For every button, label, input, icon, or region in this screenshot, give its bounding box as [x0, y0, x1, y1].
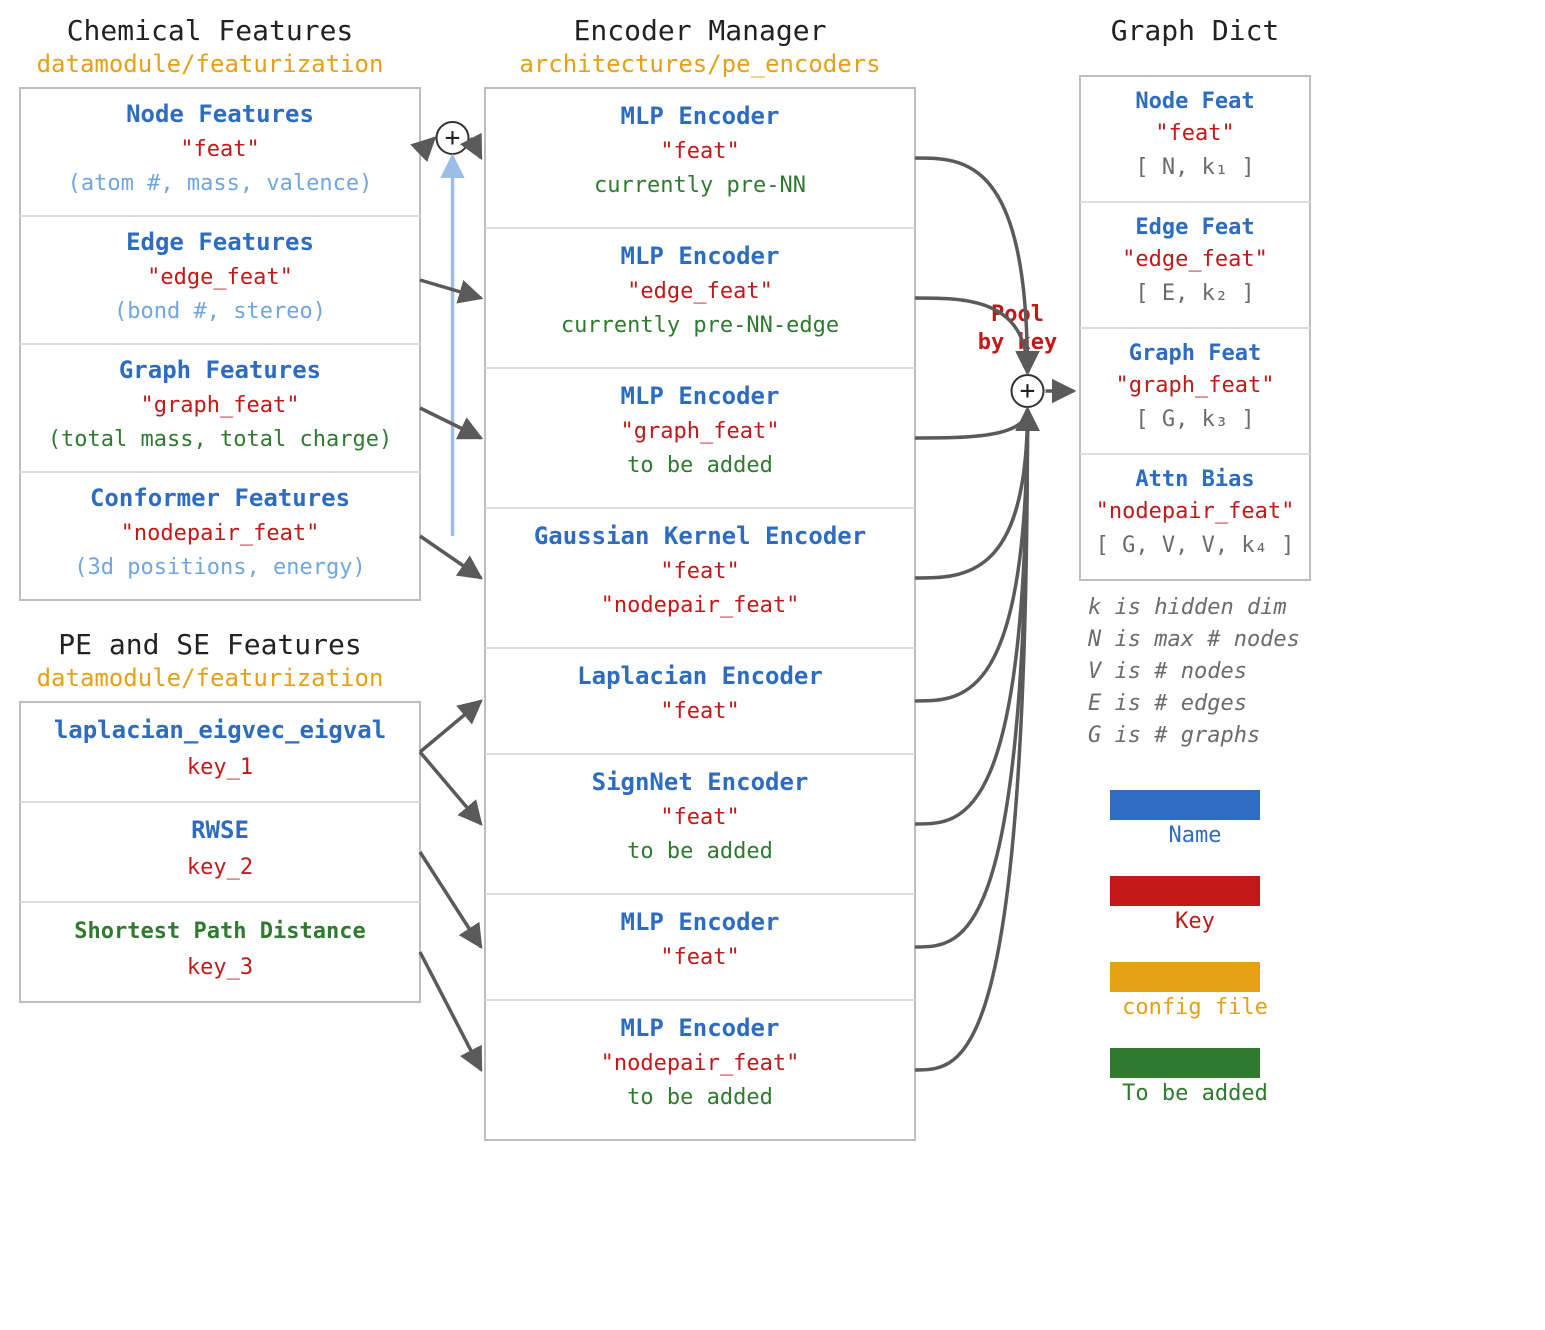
- legend-note: G is # graphs: [1088, 723, 1260, 748]
- encoder-key: "feat": [660, 139, 739, 164]
- legend-note: E is # edges: [1088, 691, 1247, 716]
- chem-item-hint: (bond #, stereo): [114, 299, 326, 324]
- arrow: [420, 752, 481, 824]
- encoder-key: "edge_feat": [627, 279, 773, 304]
- chem-item-note: (total mass, total charge): [48, 427, 392, 452]
- pese-item-key: key_2: [187, 855, 253, 880]
- legend-swatch: [1110, 790, 1260, 820]
- legend-swatch: [1110, 876, 1260, 906]
- right-title: Graph Dict: [1111, 14, 1280, 47]
- gd-key: "graph_feat": [1116, 373, 1275, 398]
- gd-name: Graph Feat: [1129, 341, 1261, 366]
- arrow: [915, 409, 1028, 578]
- plus-text: +: [1020, 376, 1036, 406]
- encoder-name: MLP Encoder: [621, 1014, 780, 1042]
- pool-label: Pool: [991, 302, 1044, 327]
- legend-label: To be added: [1122, 1081, 1268, 1106]
- mid-title: Encoder Manager: [574, 14, 827, 47]
- legend-note: V is # nodes: [1088, 659, 1247, 684]
- encoder-key: "feat": [660, 559, 739, 584]
- encoder-note: currently pre-NN-edge: [561, 313, 839, 338]
- gd-name: Attn Bias: [1135, 467, 1254, 492]
- arrow: [420, 852, 481, 947]
- chem-item-key: "graph_feat": [141, 393, 300, 418]
- pese-item-key: key_1: [187, 755, 253, 780]
- encoder-name: MLP Encoder: [621, 908, 780, 936]
- plus-text: +: [445, 123, 461, 153]
- encoder-name: MLP Encoder: [621, 242, 780, 270]
- encoder-name: Gaussian Kernel Encoder: [534, 522, 866, 550]
- arrow: [420, 536, 481, 578]
- arrow: [420, 408, 481, 438]
- pese-title: PE and SE Features: [58, 628, 361, 661]
- encoder-key: "feat": [660, 945, 739, 970]
- arrow: [915, 409, 1028, 824]
- encoder-key: "feat": [660, 805, 739, 830]
- gd-dim: [ G, V, V, k₄ ]: [1096, 533, 1295, 558]
- encoder-note: currently pre-NN: [594, 173, 806, 198]
- mid-subtitle: architectures/pe_encoders: [519, 50, 880, 78]
- gd-name: Node Feat: [1135, 89, 1254, 114]
- legend-swatch: [1110, 1048, 1260, 1078]
- pese-item-name: RWSE: [191, 816, 249, 844]
- pese-item-key: key_3: [187, 955, 253, 980]
- chem-item-key: "edge_feat": [147, 265, 293, 290]
- encoder-name: Laplacian Encoder: [577, 662, 823, 690]
- chem-item-key: "feat": [180, 137, 259, 162]
- chem-item-name: Edge Features: [126, 228, 314, 256]
- chem-item-name: Conformer Features: [90, 484, 350, 512]
- chem-item-name: Node Features: [126, 100, 314, 128]
- pese-subtitle: datamodule/featurization: [37, 664, 384, 692]
- pese-item-name: Shortest Path Distance: [74, 919, 365, 944]
- chem-subtitle: datamodule/featurization: [37, 50, 384, 78]
- gd-dim: [ G, k₃ ]: [1135, 407, 1254, 432]
- legend-label: config file: [1122, 995, 1268, 1020]
- arrow: [420, 701, 481, 752]
- gd-key: "nodepair_feat": [1096, 499, 1295, 524]
- arrow: [420, 138, 435, 152]
- chem-item-hint: (3d positions, energy): [74, 555, 365, 580]
- chem-item-hint: (atom #, mass, valence): [68, 171, 373, 196]
- encoder-name: SignNet Encoder: [592, 768, 809, 796]
- arrow: [915, 409, 1028, 701]
- legend-swatch: [1110, 962, 1260, 992]
- chem-item-name: Graph Features: [119, 356, 321, 384]
- arrow: [420, 952, 481, 1070]
- legend-label: Name: [1169, 823, 1222, 848]
- chem-title: Chemical Features: [67, 14, 354, 47]
- gd-dim: [ N, k₁ ]: [1135, 155, 1254, 180]
- encoder-key: "nodepair_feat": [601, 1051, 800, 1076]
- arrow: [420, 280, 481, 298]
- legend-label: Key: [1175, 909, 1215, 934]
- encoder-name: MLP Encoder: [621, 102, 780, 130]
- gd-key: "feat": [1155, 121, 1234, 146]
- chem-item-key: "nodepair_feat": [121, 521, 320, 546]
- encoder-key2: "nodepair_feat": [601, 593, 800, 618]
- arrow: [915, 409, 1028, 1070]
- gd-key: "edge_feat": [1122, 247, 1268, 272]
- arrow: [471, 138, 482, 158]
- encoder-name: MLP Encoder: [621, 382, 780, 410]
- encoder-key: "graph_feat": [621, 419, 780, 444]
- pese-item-name: laplacian_eigvec_eigval: [54, 716, 386, 744]
- encoder-note: to be added: [627, 453, 773, 478]
- gd-name: Edge Feat: [1135, 215, 1254, 240]
- legend-note: k is hidden dim: [1088, 595, 1287, 620]
- legend-note: N is max # nodes: [1087, 627, 1300, 652]
- encoder-key: "feat": [660, 699, 739, 724]
- arrow: [915, 409, 1028, 438]
- gd-dim: [ E, k₂ ]: [1135, 281, 1254, 306]
- encoder-note: to be added: [627, 839, 773, 864]
- encoder-note: to be added: [627, 1085, 773, 1110]
